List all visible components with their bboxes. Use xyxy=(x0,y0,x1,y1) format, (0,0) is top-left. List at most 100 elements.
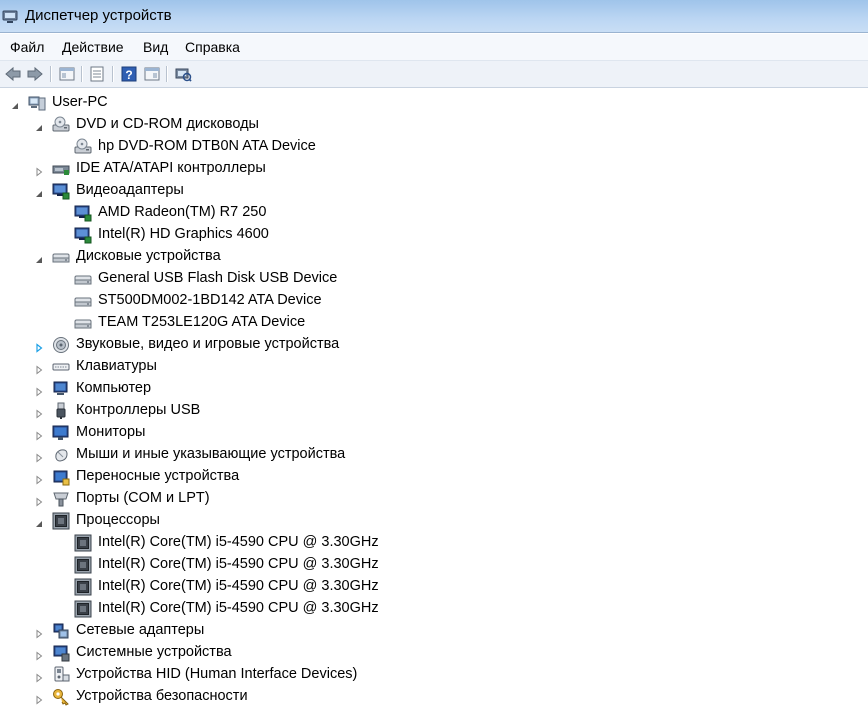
expand-arrow-icon[interactable] xyxy=(34,450,44,463)
keyboard-icon xyxy=(52,358,70,376)
tree-item-label: hp DVD-ROM DTB0N ATA Device xyxy=(98,138,316,154)
menu-help[interactable]: Справка xyxy=(185,39,240,55)
disk-drive-icon xyxy=(74,292,92,310)
expand-arrow-icon[interactable] xyxy=(34,164,44,177)
toolbar-separator xyxy=(112,66,114,82)
expand-arrow-icon[interactable] xyxy=(34,362,44,375)
properties-panel-icon[interactable] xyxy=(58,65,76,83)
back-icon[interactable] xyxy=(4,65,22,83)
tree-category[interactable]: Устройства безопасности xyxy=(0,686,860,708)
menu-action[interactable]: Действие xyxy=(62,39,124,55)
tree-device-item[interactable]: Intel(R) HD Graphics 4600 xyxy=(0,224,860,246)
tree-category[interactable]: Сетевые адаптеры xyxy=(0,620,860,642)
menu-file[interactable]: Файл xyxy=(10,39,44,55)
tree-category[interactable]: Процессоры xyxy=(0,510,860,532)
expand-arrow-icon[interactable] xyxy=(34,494,44,507)
network-adapter-icon xyxy=(52,622,70,640)
tree-category[interactable]: Мониторы xyxy=(0,422,860,444)
tree-category[interactable]: Звуковые, видео и игровые устройства xyxy=(0,334,860,356)
tree-item-label: Порты (COM и LPT) xyxy=(76,490,210,506)
display-adapter-icon xyxy=(74,204,92,222)
tree-device-item[interactable]: Intel(R) Core(TM) i5-4590 CPU @ 3.30GHz xyxy=(0,576,860,598)
title-bar: Диспетчер устройств xyxy=(0,0,868,33)
tree-item-label: User-PC xyxy=(52,94,108,110)
expand-arrow-icon[interactable] xyxy=(34,648,44,661)
expand-arrow-icon[interactable] xyxy=(34,340,44,353)
tree-category[interactable]: Мыши и иные указывающие устройства xyxy=(0,444,860,466)
tree-item-label: IDE ATA/ATAPI контроллеры xyxy=(76,160,266,176)
forward-icon[interactable] xyxy=(26,65,44,83)
tree-item-label: Дисковые устройства xyxy=(76,248,221,264)
collapse-arrow-icon[interactable] xyxy=(34,252,44,263)
computer-monitor-icon xyxy=(52,380,70,398)
expand-arrow-icon[interactable] xyxy=(34,428,44,441)
svg-text:?: ? xyxy=(125,68,132,82)
tree-item-label: Intel(R) HD Graphics 4600 xyxy=(98,226,269,242)
tree-item-label: Устройства безопасности xyxy=(76,688,248,704)
collapse-arrow-icon[interactable] xyxy=(34,120,44,131)
mouse-icon xyxy=(52,446,70,464)
tree-category[interactable]: Порты (COM и LPT) xyxy=(0,488,860,510)
tree-item-label: Intel(R) Core(TM) i5-4590 CPU @ 3.30GHz xyxy=(98,578,379,594)
menu-bar: Файл Действие Вид Справка xyxy=(0,34,868,61)
tree-category[interactable]: Устройства HID (Human Interface Devices) xyxy=(0,664,860,686)
computer-icon xyxy=(28,94,46,112)
processor-icon xyxy=(52,512,70,530)
expand-arrow-icon[interactable] xyxy=(34,406,44,419)
display-adapter-icon xyxy=(52,182,70,200)
expand-arrow-icon[interactable] xyxy=(34,626,44,639)
portable-device-icon xyxy=(52,468,70,486)
toolbar-separator xyxy=(166,66,168,82)
tree-item-label: Мониторы xyxy=(76,424,146,440)
expand-arrow-icon[interactable] xyxy=(34,384,44,397)
tree-device-item[interactable]: Intel(R) Core(TM) i5-4590 CPU @ 3.30GHz xyxy=(0,532,860,554)
monitor-icon xyxy=(52,424,70,442)
collapse-arrow-icon[interactable] xyxy=(34,516,44,527)
disk-drive-icon xyxy=(52,248,70,266)
expand-arrow-icon[interactable] xyxy=(34,692,44,705)
usb-icon xyxy=(52,402,70,420)
tree-item-label: Устройства HID (Human Interface Devices) xyxy=(76,666,358,682)
collapse-arrow-icon[interactable] xyxy=(34,186,44,197)
tree-device-item[interactable]: AMD Radeon(TM) R7 250 xyxy=(0,202,860,224)
expand-arrow-icon[interactable] xyxy=(34,472,44,485)
tree-device-item[interactable]: Intel(R) Core(TM) i5-4590 CPU @ 3.30GHz xyxy=(0,598,860,620)
console-icon[interactable] xyxy=(88,65,106,83)
tree-category[interactable]: DVD и CD-ROM дисководы xyxy=(0,114,860,136)
tree-device-item[interactable]: ST500DM002-1BD142 ATA Device xyxy=(0,290,860,312)
tree-item-label: ST500DM002-1BD142 ATA Device xyxy=(98,292,322,308)
tree-device-item[interactable]: Intel(R) Core(TM) i5-4590 CPU @ 3.30GHz xyxy=(0,554,860,576)
tree-category[interactable]: Контроллеры USB xyxy=(0,400,860,422)
toolbar-separator xyxy=(81,66,83,82)
view-icon[interactable] xyxy=(143,65,161,83)
tree-category[interactable]: IDE ATA/ATAPI контроллеры xyxy=(0,158,860,180)
tree-category[interactable]: Системные устройства xyxy=(0,642,860,664)
tree-device-item[interactable]: TEAM T253LE120G ATA Device xyxy=(0,312,860,334)
tree-category[interactable]: Видеоадаптеры xyxy=(0,180,860,202)
window-title: Диспетчер устройств xyxy=(25,7,172,24)
expand-arrow-icon[interactable] xyxy=(34,670,44,683)
disk-drive-icon xyxy=(74,270,92,288)
port-icon xyxy=(52,490,70,508)
tree-item-label: Звуковые, видео и игровые устройства xyxy=(76,336,340,352)
tree-category[interactable]: Клавиатуры xyxy=(0,356,860,378)
tree-item-label: Компьютер xyxy=(76,380,152,396)
tree-category[interactable]: Дисковые устройства xyxy=(0,246,860,268)
tree-device-item[interactable]: General USB Flash Disk USB Device xyxy=(0,268,860,290)
tree-item-label: DVD и CD-ROM дисководы xyxy=(76,116,259,132)
collapse-arrow-icon[interactable] xyxy=(10,98,20,109)
device-manager-icon xyxy=(2,8,18,24)
dvd-drive-icon xyxy=(52,116,70,134)
tree-device-item[interactable]: hp DVD-ROM DTB0N ATA Device xyxy=(0,136,860,158)
scan-hardware-icon[interactable] xyxy=(174,65,192,83)
toolbar: ? xyxy=(0,61,868,88)
toolbar-separator xyxy=(50,66,52,82)
menu-view[interactable]: Вид xyxy=(143,39,168,55)
tree-item-label: General USB Flash Disk USB Device xyxy=(98,270,338,286)
speaker-icon xyxy=(52,336,70,354)
tree-root[interactable]: User-PC xyxy=(0,92,860,114)
tree-category[interactable]: Компьютер xyxy=(0,378,860,400)
help-icon[interactable]: ? xyxy=(120,65,138,83)
tree-item-label: Сетевые адаптеры xyxy=(76,622,205,638)
tree-category[interactable]: Переносные устройства xyxy=(0,466,860,488)
